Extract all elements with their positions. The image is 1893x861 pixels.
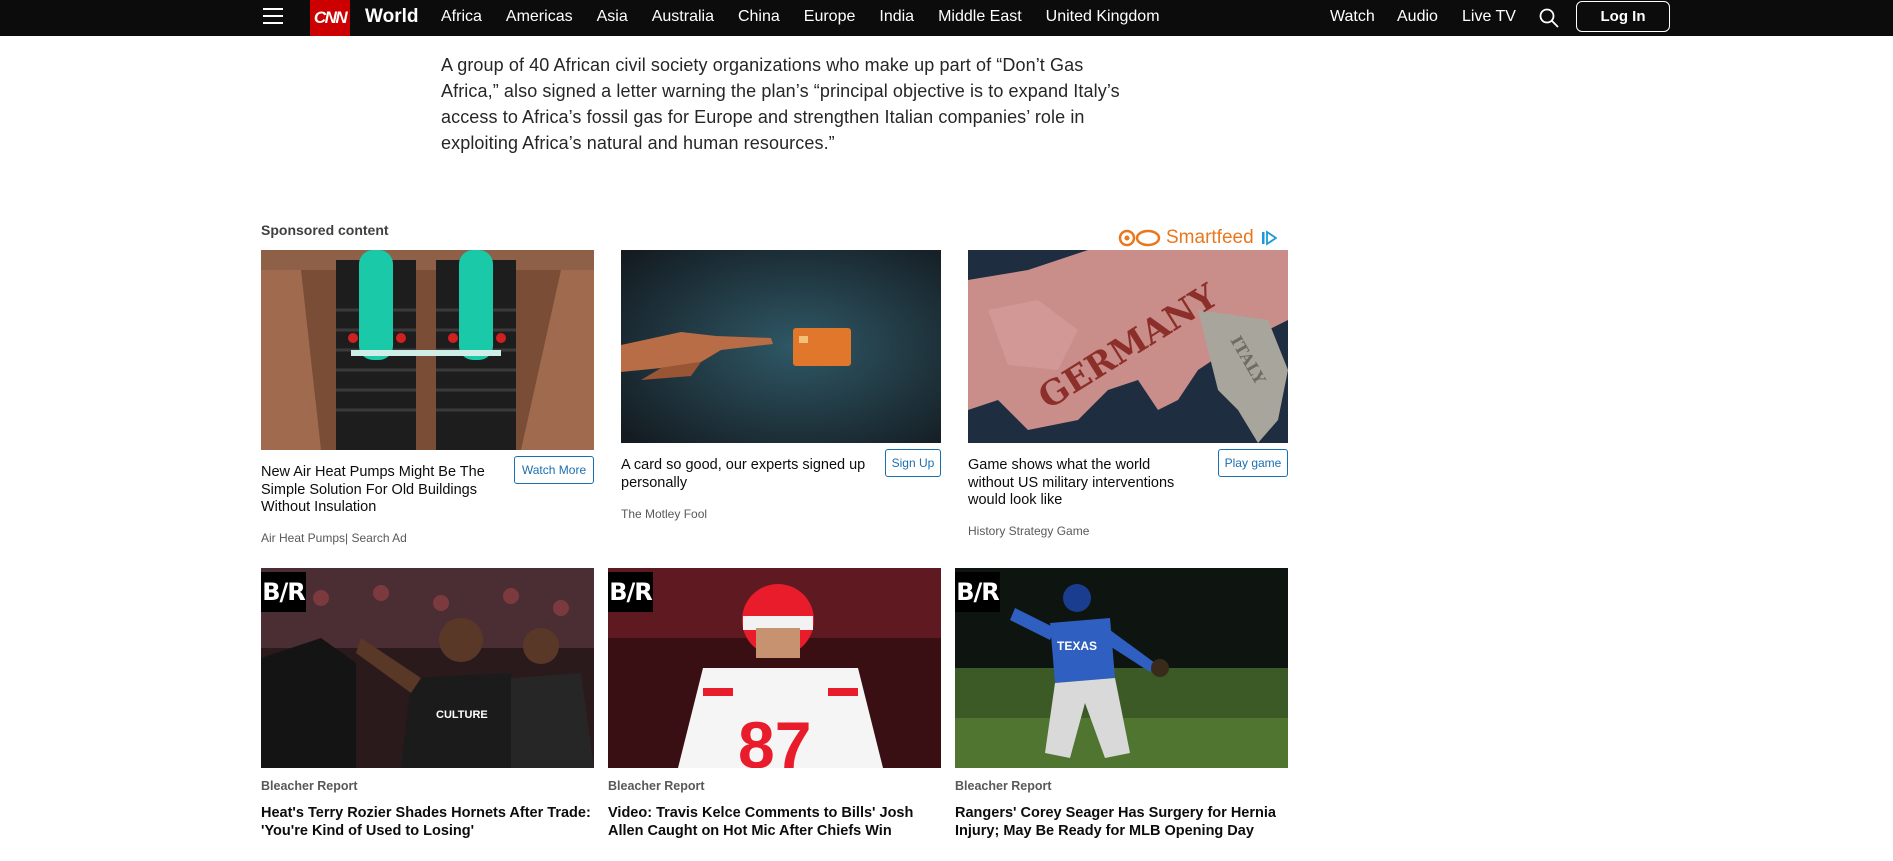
sponsored-card[interactable]: New Air Heat Pumps Might Be The Simple S… [261, 250, 594, 550]
live-tv-link[interactable]: Live TV [1462, 0, 1516, 34]
smartfeed-logo-icon [1118, 229, 1161, 247]
bleacher-report-logo: B/R [955, 572, 1000, 612]
sign-up-button[interactable]: Sign Up [885, 449, 941, 477]
bleacher-title[interactable]: Heat's Terry Rozier Shades Hornets After… [261, 804, 591, 840]
watch-link[interactable]: Watch [1330, 0, 1375, 34]
sponsored-card-title[interactable]: New Air Heat Pumps Might Be The Simple S… [261, 464, 501, 517]
top-nav: CNN World Africa Americas Asia Australia… [0, 0, 1893, 36]
heat-pump-image[interactable] [261, 250, 594, 450]
sponsored-card-source[interactable]: History Strategy Game [968, 524, 1089, 538]
bleacher-report-card[interactable]: 87 B/R Bleacher Report Video: Travis Kel… [608, 568, 941, 840]
shirt-text: CULTURE [436, 709, 488, 721]
nav-link-middle-east[interactable]: Middle East [938, 0, 1022, 36]
nav-link-americas[interactable]: Americas [506, 0, 573, 36]
adchoices-icon[interactable] [1261, 230, 1277, 246]
smartfeed-attribution[interactable]: Smartfeed [1118, 226, 1277, 250]
seager-image[interactable]: TEXAS [955, 568, 1288, 768]
search-icon[interactable] [1538, 7, 1560, 29]
cnn-logo[interactable]: CNN [310, 0, 350, 36]
bleacher-title[interactable]: Rangers' Corey Seager Has Surgery for He… [955, 804, 1285, 840]
nav-link-australia[interactable]: Australia [652, 0, 714, 36]
nav-link-europe[interactable]: Europe [804, 0, 856, 36]
smartfeed-text: Smartfeed [1166, 227, 1254, 248]
jersey-number: 87 [738, 708, 811, 768]
sponsored-content-label: Sponsored content [261, 222, 389, 238]
credit-card-image[interactable] [621, 250, 941, 443]
nav-link-united-kingdom[interactable]: United Kingdom [1046, 0, 1160, 36]
login-button[interactable]: Log In [1576, 1, 1670, 32]
bleacher-title[interactable]: Video: Travis Kelce Comments to Bills' J… [608, 804, 941, 840]
bleacher-source[interactable]: Bleacher Report [608, 779, 705, 793]
bleacher-source[interactable]: Bleacher Report [261, 779, 358, 793]
bleacher-report-card[interactable]: TEXAS B/R Bleacher Report Rangers' Corey… [955, 568, 1288, 840]
jersey-team: TEXAS [1057, 639, 1097, 653]
sponsored-card-title[interactable]: A card so good, our experts signed up pe… [621, 457, 876, 492]
nav-links: Africa Americas Asia Australia China Eur… [441, 0, 1184, 36]
article-paragraph: A group of 40 African civil society orga… [441, 55, 1120, 153]
nav-link-africa[interactable]: Africa [441, 0, 482, 36]
play-game-button[interactable]: Play game [1218, 449, 1288, 477]
bleacher-report-logo: B/R [608, 572, 653, 612]
bleacher-report-card[interactable]: CULTURE B/R Bleacher Report Heat's Terry… [261, 568, 594, 840]
europe-map-image[interactable]: GERMANY ITALY [968, 250, 1288, 443]
sponsored-card[interactable]: GERMANY ITALY Game shows what the world … [968, 250, 1288, 545]
menu-icon[interactable] [263, 8, 283, 26]
nav-link-india[interactable]: India [879, 0, 914, 36]
audio-link[interactable]: Audio [1397, 0, 1438, 34]
section-title[interactable]: World [365, 6, 418, 28]
bleacher-report-logo: B/R [261, 572, 306, 612]
nav-link-china[interactable]: China [738, 0, 780, 36]
sponsored-card-source[interactable]: Air Heat Pumps| Search Ad [261, 531, 407, 545]
sponsored-card-source[interactable]: The Motley Fool [621, 507, 707, 521]
bleacher-source[interactable]: Bleacher Report [955, 779, 1052, 793]
kelce-image[interactable]: 87 [608, 568, 941, 768]
rozier-image[interactable]: CULTURE [261, 568, 594, 768]
sponsored-card[interactable]: A card so good, our experts signed up pe… [621, 250, 941, 530]
nav-link-asia[interactable]: Asia [597, 0, 628, 36]
sponsored-card-title[interactable]: Game shows what the world without US mil… [968, 457, 1193, 510]
watch-more-button[interactable]: Watch More [514, 456, 594, 484]
